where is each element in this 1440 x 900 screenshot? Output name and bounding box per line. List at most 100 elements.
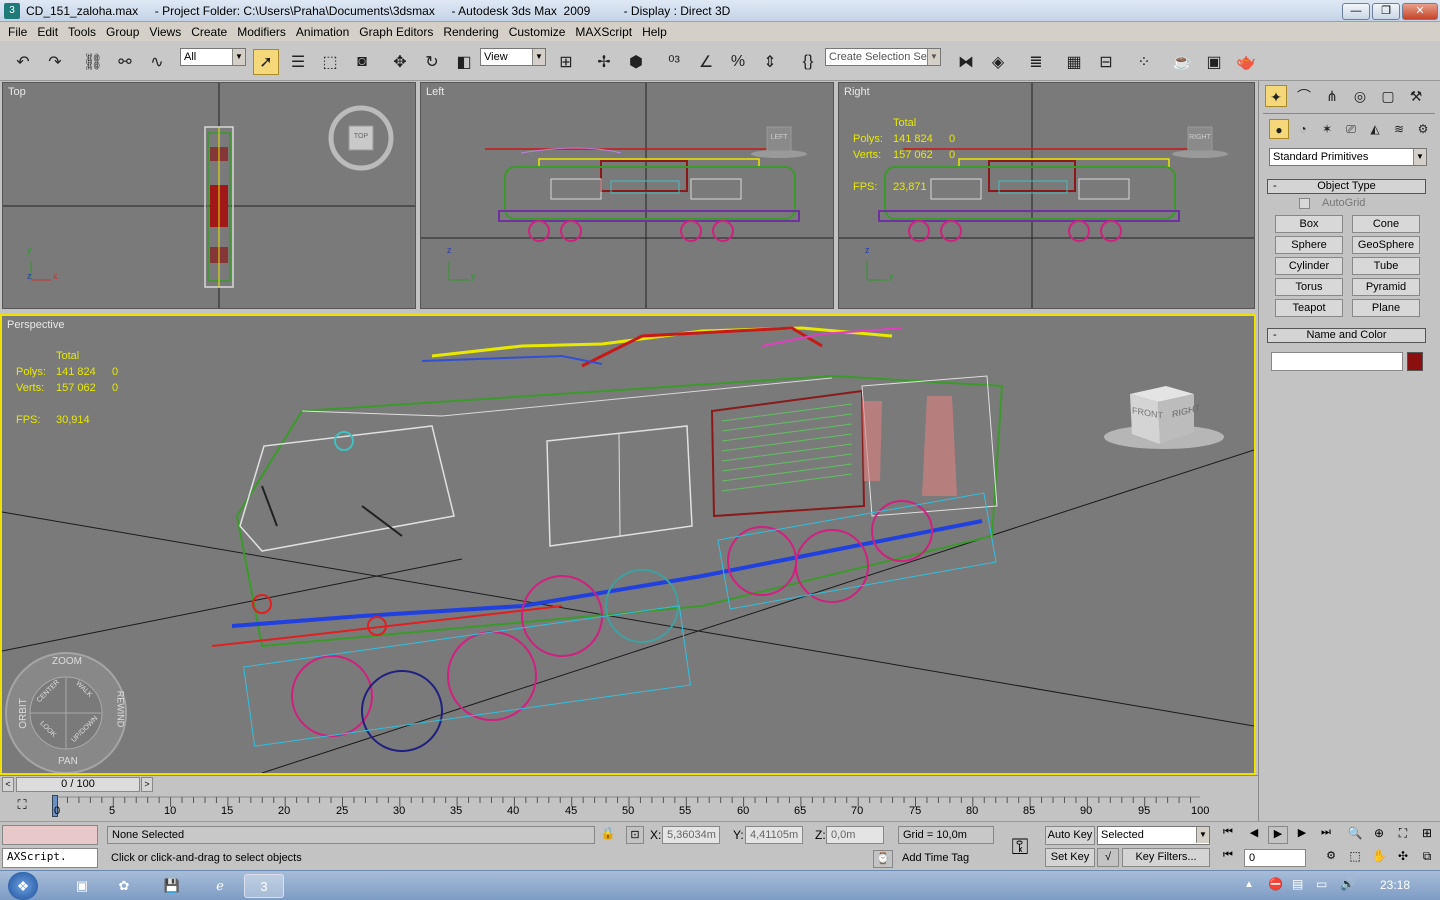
auto-key-button[interactable]: Auto Key — [1045, 826, 1095, 845]
internet-explorer-icon[interactable]: ℯ — [200, 874, 240, 898]
tray-monitor-icon[interactable]: ▭ — [1316, 877, 1327, 891]
menu-create[interactable]: Create — [187, 25, 233, 39]
primitive-category-dropdown[interactable]: Standard Primitives ▼ — [1269, 148, 1427, 166]
tray-network-alert-icon[interactable]: ⛔ — [1268, 877, 1283, 891]
menu-customize[interactable]: Customize — [505, 25, 572, 39]
select-and-rotate-icon[interactable]: ↻ — [419, 49, 445, 75]
select-and-link-icon[interactable]: ⛓ — [80, 49, 106, 75]
save-disk-icon[interactable]: 💾 — [152, 874, 192, 898]
chevron-left-icon[interactable]: < — [2, 777, 14, 792]
select-object-icon[interactable]: ➚ — [253, 49, 279, 75]
orbit-icon[interactable]: ✣ — [1394, 849, 1412, 867]
viewport-right-label[interactable]: Right — [844, 86, 870, 98]
windows-start-icon[interactable]: ❖ — [8, 872, 38, 900]
lights-category-icon[interactable]: ✶ — [1317, 119, 1337, 139]
box-button[interactable]: Box — [1275, 215, 1343, 233]
wheel-zoom[interactable]: ZOOM — [52, 656, 82, 667]
menu-modifiers[interactable]: Modifiers — [233, 25, 292, 39]
edit-named-selection-icon[interactable]: {} — [795, 49, 821, 75]
track-bar[interactable]: ⛶ 0 5 10 15 20 25 30 35 40 45 50 55 60 6… — [0, 793, 1258, 821]
chevron-right-icon[interactable]: > — [141, 777, 153, 792]
key-filters-button[interactable]: Key Filters... — [1122, 848, 1210, 867]
mirror-icon[interactable]: ⧓ — [953, 49, 979, 75]
pivot-center-icon[interactable]: ⊞ — [553, 49, 579, 75]
torus-button[interactable]: Torus — [1275, 278, 1343, 296]
viewport-left[interactable]: Left LEFT z y — [420, 82, 834, 309]
spacewarps-category-icon[interactable]: ≋ — [1389, 119, 1409, 139]
select-and-scale-icon[interactable]: ◧ — [451, 49, 477, 75]
wheel-pan[interactable]: PAN — [58, 756, 78, 767]
viewport-perspective-label[interactable]: Perspective — [7, 319, 64, 331]
previous-frame-icon[interactable]: ◀ — [1244, 826, 1264, 844]
percent-snap-icon[interactable]: % — [725, 49, 751, 75]
menu-graph-editors[interactable]: Graph Editors — [355, 25, 439, 39]
zoom-all-icon[interactable]: ⊕ — [1370, 826, 1388, 844]
go-to-end-icon[interactable]: ⏭ — [1316, 826, 1336, 844]
selection-filter-dropdown[interactable]: All ▼ — [180, 48, 246, 66]
render-setup-icon[interactable]: ☕ — [1169, 49, 1195, 75]
display-tab-icon[interactable]: ▢ — [1377, 85, 1399, 107]
current-frame-input[interactable]: 0 — [1244, 849, 1306, 867]
menu-rendering[interactable]: Rendering — [439, 25, 504, 39]
schematic-view-icon[interactable]: ⊟ — [1093, 49, 1119, 75]
tray-volume-icon[interactable]: 🔊 — [1340, 877, 1355, 891]
tray-power-icon[interactable]: ▤ — [1292, 877, 1303, 891]
motion-tab-icon[interactable]: ◎ — [1349, 85, 1371, 107]
menu-group[interactable]: Group — [102, 25, 145, 39]
tray-clock[interactable]: 23:18 — [1380, 878, 1410, 892]
viewcube-right-face[interactable]: RIGHT — [1188, 134, 1212, 141]
render-production-icon[interactable]: 🫖 — [1233, 49, 1259, 75]
wheel-orbit[interactable]: ORBIT — [18, 698, 29, 729]
go-to-start-icon[interactable]: ⏮ — [1218, 826, 1238, 844]
menu-edit[interactable]: Edit — [33, 25, 64, 39]
reference-coordinate-dropdown[interactable]: View ▼ — [480, 48, 546, 66]
lock-selection-icon[interactable]: 🔒 — [600, 826, 616, 844]
align-icon[interactable]: ◈ — [985, 49, 1011, 75]
key-mode-dropdown[interactable]: Selected ▼ — [1097, 826, 1210, 845]
layer-manager-icon[interactable]: ≣ — [1023, 49, 1049, 75]
time-configuration-icon[interactable]: ⚙ — [1322, 849, 1340, 867]
viewport-right[interactable]: Right RIGHT Total Polys: 141 824 0 Verts: 1… — [838, 82, 1255, 309]
x-coordinate-input[interactable]: 5,36034m — [662, 826, 720, 844]
pan-view-icon[interactable]: ✋ — [1370, 849, 1388, 867]
add-time-tag-button[interactable]: Add Time Tag — [898, 850, 994, 868]
zoom-extents-icon[interactable]: ⛶ — [1394, 826, 1412, 844]
menu-file[interactable]: File — [4, 25, 33, 39]
helpers-category-icon[interactable]: ◭ — [1365, 119, 1385, 139]
name-and-color-rollout-header[interactable]: - Name and Color — [1267, 328, 1426, 343]
angle-snap-icon[interactable]: ∠ — [693, 49, 719, 75]
systems-category-icon[interactable]: ⚙ — [1413, 119, 1433, 139]
spinner-snap-icon[interactable]: ⇕ — [757, 49, 783, 75]
menu-animation[interactable]: Animation — [292, 25, 355, 39]
keyboard-shortcut-override-icon[interactable]: ⬢ — [623, 49, 649, 75]
rectangular-selection-icon[interactable]: ⬚ — [317, 49, 343, 75]
maximize-viewport-icon[interactable]: ⧉ — [1418, 849, 1436, 867]
set-key-button[interactable]: Set Key — [1045, 848, 1095, 867]
viewport-top[interactable]: Top TOP y z x — [2, 82, 416, 309]
unlink-icon[interactable]: ⚯ — [112, 49, 138, 75]
hierarchy-tab-icon[interactable]: ⋔ — [1321, 85, 1343, 107]
key-mode-toggle-icon[interactable]: ⏮ — [1218, 849, 1238, 867]
teapot-button[interactable]: Teapot — [1275, 299, 1343, 317]
3dsmax-app-icon[interactable]: 3 — [4, 2, 20, 19]
rendered-frame-window-icon[interactable]: ▣ — [1201, 49, 1227, 75]
named-selection-set-dropdown[interactable]: Create Selection Set ▼ — [825, 48, 941, 66]
window-crossing-icon[interactable]: ◙ — [349, 49, 375, 75]
zoom-extents-all-icon[interactable]: ⊞ — [1418, 826, 1436, 844]
zoom-region-icon[interactable]: ⬚ — [1346, 849, 1364, 867]
z-coordinate-input[interactable]: 0,0m — [826, 826, 884, 844]
show-desktop-icon[interactable]: ▣ — [62, 874, 102, 898]
menu-views[interactable]: Views — [145, 25, 187, 39]
plane-button[interactable]: Plane — [1352, 299, 1420, 317]
material-editor-icon[interactable]: ⁘ — [1131, 49, 1157, 75]
y-coordinate-input[interactable]: 4,41105m — [745, 826, 803, 844]
select-by-name-icon[interactable]: ☰ — [285, 49, 311, 75]
select-and-manipulate-icon[interactable]: ✢ — [591, 49, 617, 75]
maxscript-mini-listener[interactable]: AXScript. — [2, 848, 98, 868]
create-tab-icon[interactable]: ✦ — [1265, 85, 1287, 107]
default-tangent-icon[interactable]: √ — [1097, 848, 1119, 867]
object-type-rollout-header[interactable]: - Object Type — [1267, 179, 1426, 194]
set-keys-key-icon[interactable]: ⚿ — [1000, 828, 1040, 866]
select-and-move-icon[interactable]: ✥ — [387, 49, 413, 75]
shapes-category-icon[interactable]: ◔ — [1293, 119, 1313, 139]
